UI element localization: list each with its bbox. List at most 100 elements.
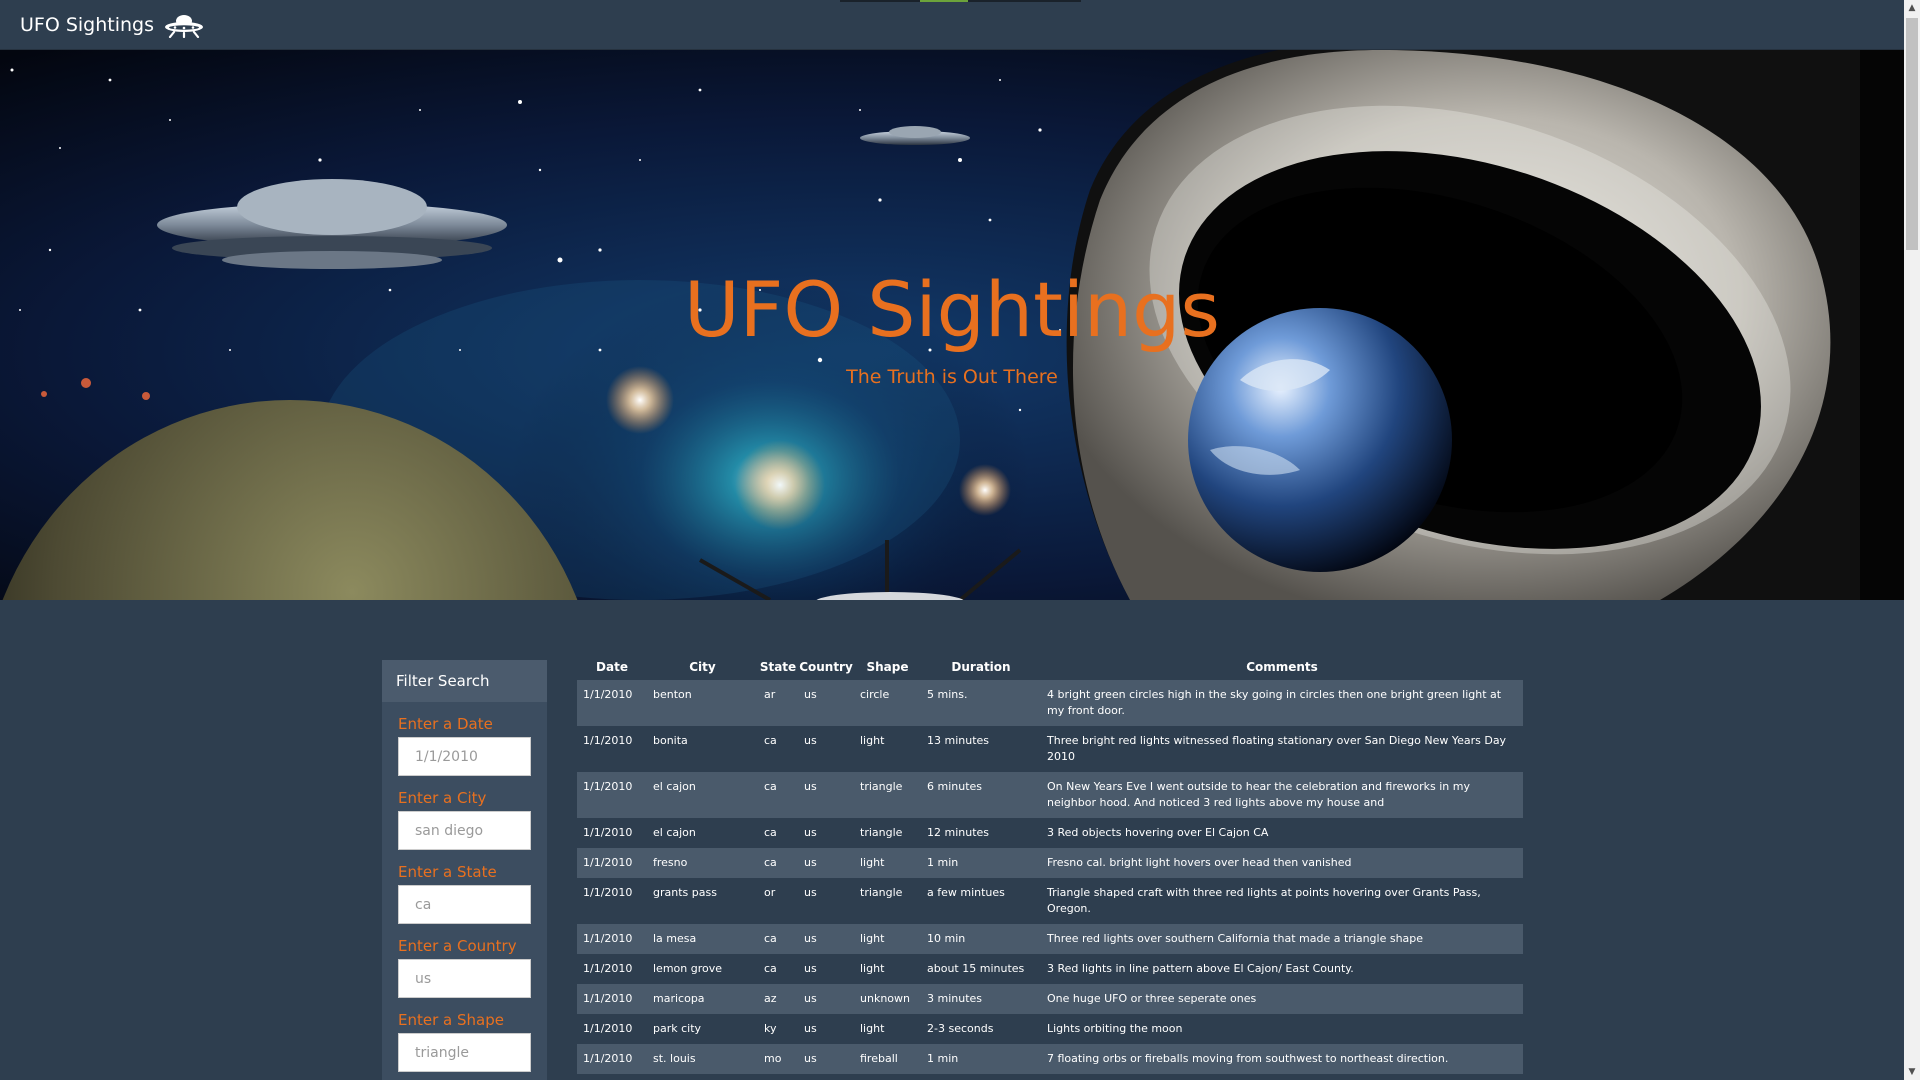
cell-city: fresno [647,848,758,878]
cell-comments: 7 floating orbs or fireballs moving from… [1041,1044,1523,1074]
city-label: Enter a City [398,789,487,807]
cell-country: us [798,1014,854,1044]
shape-label: Enter a Shape [398,1011,504,1029]
cell-date: 1/1/2010 [577,984,647,1014]
cell-state: ca [758,726,798,772]
cell-comments: 4 bright green circles high in the sky g… [1041,680,1523,726]
cell-city: lemon grove [647,954,758,984]
cell-comments: 3 Red objects hovering over El Cajon CA [1041,818,1523,848]
column-header-shape: Shape [866,660,909,674]
cell-comments: On New Years Eve I went outside to hear … [1041,772,1523,818]
cell-country: us [798,680,854,726]
cell-city: bonita [647,726,758,772]
table-row: 1/1/2010 maricopa az us unknown 3 minutes One … [577,984,1523,1014]
table-row: 1/1/2010 fresno ca us light 1 min Fresno cal. … [577,848,1523,878]
cell-city: maricopa [647,984,758,1014]
date-input[interactable] [398,737,531,776]
cell-country: us [798,848,854,878]
table-row: 1/1/2010 park city ky us light 2-3 seconds Lig… [577,1014,1523,1044]
scroll-down-icon[interactable]: ▼ [1904,1064,1920,1080]
filter-panel: Filter Search Enter a Date Enter a City … [382,660,547,1080]
cell-state: ky [758,1014,798,1044]
table-row: 1/1/2010 benton ar us circle 5 mins. 4 bright … [577,680,1523,726]
brand-link[interactable]: UFO Sightings [20,12,204,38]
column-header-date: Date [596,660,628,674]
date-label: Enter a Date [398,715,493,733]
cell-state: ca [758,818,798,848]
cell-state: ca [758,924,798,954]
brand-title: UFO Sightings [20,14,155,36]
cell-duration: a few mintues [921,878,1041,924]
table-row: 1/1/2010 grants pass or us triangle a few min… [577,878,1523,924]
cell-city: park city [647,1014,758,1044]
cell-shape: light [854,1014,921,1044]
ufo-icon [165,15,204,38]
cell-date: 1/1/2010 [577,1014,647,1044]
cell-shape: triangle [854,818,921,848]
cell-city: el cajon [647,818,758,848]
cell-state: ca [758,954,798,984]
table-row: 1/1/2010 el cajon ca us triangle 12 minutes 3 … [577,818,1523,848]
cell-duration: 1 min [921,1044,1041,1074]
cell-state: mo [758,1044,798,1074]
cell-state: ar [758,680,798,726]
scroll-thumb[interactable] [1906,18,1918,250]
column-header-state: State [759,660,797,674]
cell-shape: circle [854,680,921,726]
cell-comments: Lights orbiting the moon [1041,1014,1523,1044]
scroll-up-icon[interactable]: ▲ [1904,0,1920,16]
city-input[interactable] [398,811,531,850]
table-row: 1/1/2010 bonita ca us light 13 minutes Three b… [577,726,1523,772]
cell-city: el cajon [647,772,758,818]
cell-date: 1/1/2010 [577,726,647,772]
cell-date: 1/1/2010 [577,878,647,924]
page-scrollbar[interactable]: ▲ ▼ [1904,0,1920,1080]
cell-duration: 3 minutes [921,984,1041,1014]
cell-country: us [798,984,854,1014]
sightings-table: Date City State Country Shape Duration Comment… [577,654,1523,1074]
table-row: 1/1/2010 st. louis mo us fireball 1 min 7 floa… [577,1044,1523,1074]
cell-country: us [798,954,854,984]
cell-duration: 2-3 seconds [921,1014,1041,1044]
cell-shape: triangle [854,878,921,924]
cell-shape: light [854,954,921,984]
table-row: 1/1/2010 el cajon ca us triangle 6 minutes On … [577,772,1523,818]
cell-shape: unknown [854,984,921,1014]
cell-country: us [798,818,854,848]
filter-group-shape: Enter a Shape [382,1011,547,1072]
cell-date: 1/1/2010 [577,954,647,984]
cell-comments: 3 Red lights in line pattern above El Ca… [1041,954,1523,984]
state-input[interactable] [398,885,531,924]
column-header-duration: Duration [951,660,1011,674]
sightings-table-wrap: Date City State Country Shape Duration Comment… [577,654,1523,1074]
cell-city: grants pass [647,878,758,924]
cell-duration: 12 minutes [921,818,1041,848]
header-row: Date City State Country Shape Duration Comment… [577,654,1523,680]
cell-shape: fireball [854,1044,921,1074]
nav-progress-fill [919,0,968,2]
filter-group-country: Enter a Country [382,937,547,998]
state-label: Enter a State [398,863,497,881]
cell-comments: Fresno cal. bright light hovers over hea… [1041,848,1523,878]
cell-comments: One huge UFO or three seperate ones [1041,984,1523,1014]
country-input[interactable] [398,959,531,998]
cell-shape: light [854,848,921,878]
cell-country: us [798,726,854,772]
hero-banner: UFO Sightings The Truth is Out There [0,50,1904,600]
cell-date: 1/1/2010 [577,772,647,818]
table-row: 1/1/2010 lemon grove ca us light about 15 min… [577,954,1523,984]
cell-country: us [798,772,854,818]
cell-date: 1/1/2010 [577,924,647,954]
shape-input[interactable] [398,1033,531,1072]
cell-city: benton [647,680,758,726]
cell-shape: light [854,726,921,772]
cell-state: az [758,984,798,1014]
table-body: 1/1/2010 benton ar us circle 5 mins. 4 bright … [577,680,1523,1074]
cell-date: 1/1/2010 [577,818,647,848]
cell-state: ca [758,848,798,878]
cell-comments: Three bright red lights witnessed floati… [1041,726,1523,772]
cell-date: 1/1/2010 [577,848,647,878]
cell-country: us [798,878,854,924]
hero-title: UFO Sightings [683,265,1220,354]
cell-duration: 13 minutes [921,726,1041,772]
